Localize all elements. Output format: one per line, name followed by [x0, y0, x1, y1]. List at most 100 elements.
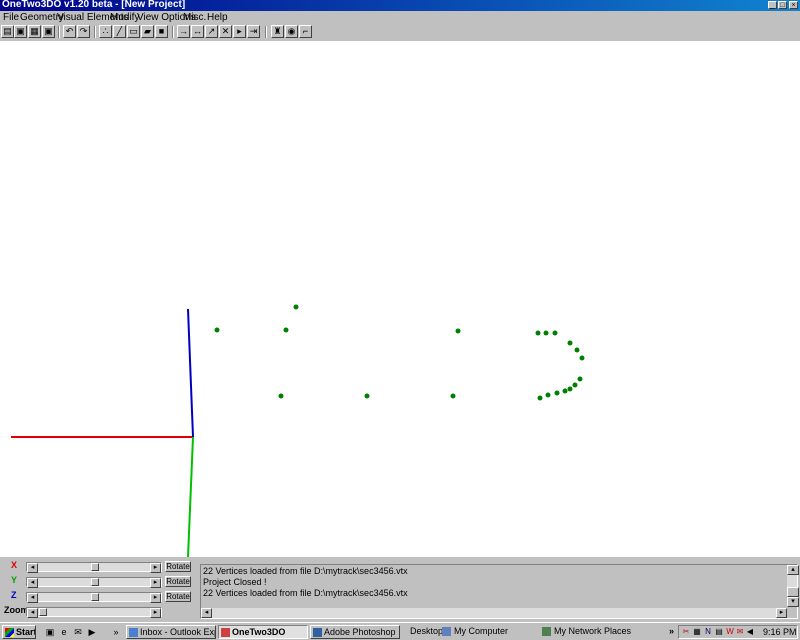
slider-right-icon[interactable]: ▸ [150, 578, 161, 588]
taskbar-button-photoshop[interactable]: Adobe Photoshop [310, 625, 400, 639]
my-network-places-link[interactable]: My Network Places [554, 626, 631, 636]
x-rotate-slider[interactable]: ◂ ▸ [26, 562, 162, 573]
pipeline-icon[interactable]: ⌐ [299, 25, 312, 38]
quick-launch-chevron-icon[interactable]: » [110, 626, 122, 638]
arrow-both-icon[interactable]: ↔ [191, 25, 204, 38]
zoom-slider[interactable]: ◂ ▸ [26, 607, 162, 618]
surface-icon[interactable]: ▰ [141, 25, 154, 38]
menu-help[interactable]: Help [207, 12, 228, 23]
slider-left-icon[interactable]: ◂ [27, 608, 38, 618]
tray-n-icon[interactable]: N [703, 627, 713, 637]
render-icon[interactable]: ♜ [271, 25, 284, 38]
menu-file[interactable]: File [3, 12, 19, 23]
message-log[interactable]: 22 Vertices loaded from file D:\mytrack\… [200, 564, 799, 619]
z-rotate-button[interactable]: Rotate [165, 591, 191, 602]
vertex-point[interactable] [577, 376, 583, 382]
view-icon[interactable]: ◉ [285, 25, 298, 38]
vertex-point[interactable] [283, 327, 289, 333]
vertex-point[interactable] [455, 328, 461, 334]
vertex-point[interactable] [214, 327, 220, 333]
scene-canvas[interactable] [0, 41, 800, 557]
tray-network-icon[interactable]: ▦ [692, 627, 702, 637]
z-rotate-slider[interactable]: ◂ ▸ [26, 592, 162, 603]
vertex-point[interactable] [364, 393, 370, 399]
slider-left-icon[interactable]: ◂ [27, 578, 38, 588]
outlook-express-icon[interactable]: ✉ [72, 626, 84, 638]
scroll-left-icon[interactable]: ◂ [201, 608, 212, 618]
vertex-point[interactable] [562, 388, 568, 394]
internet-explorer-icon[interactable]: e [58, 626, 70, 638]
menu-modify[interactable]: Modify [110, 12, 139, 23]
slider-left-icon[interactable]: ◂ [27, 563, 38, 573]
network-places-icon[interactable] [542, 627, 551, 636]
solid-icon[interactable]: ■ [155, 25, 168, 38]
vertex-point[interactable] [293, 304, 299, 310]
vertex-point[interactable] [574, 347, 580, 353]
minimize-icon[interactable]: _ [768, 1, 777, 9]
clock[interactable]: 9:16 PM [763, 627, 797, 637]
log-horizontal-scrollbar[interactable]: ◂ ▸ [201, 608, 787, 618]
vertex-point[interactable] [579, 355, 585, 361]
vertex-point[interactable] [552, 330, 558, 336]
tray-chevron-icon[interactable]: » [669, 626, 674, 636]
tray-w-icon[interactable]: W [725, 627, 735, 637]
my-computer-link[interactable]: My Computer [454, 626, 508, 636]
vertex-point[interactable] [537, 395, 543, 401]
step-right-icon[interactable]: ▸ [233, 25, 246, 38]
log-vertical-scrollbar[interactable]: ▴ ▾ [787, 565, 799, 607]
start-button[interactable]: Start [2, 625, 36, 639]
vertex-point[interactable] [572, 382, 578, 388]
show-desktop-icon[interactable]: ▣ [44, 626, 56, 638]
slider-right-icon[interactable]: ▸ [150, 608, 161, 618]
slider-thumb[interactable] [91, 563, 99, 571]
slider-thumb[interactable] [39, 608, 47, 616]
tray-disk-icon[interactable]: ▤ [714, 627, 724, 637]
slider-left-icon[interactable]: ◂ [27, 593, 38, 603]
taskbar-button-onetwo3do[interactable]: OneTwo3DO [218, 625, 308, 639]
taskbar-button-outlook[interactable]: Inbox - Outlook Express [126, 625, 216, 639]
tray-tool-icon[interactable]: ✂ [681, 627, 691, 637]
tray-mail-icon[interactable]: ✉ [735, 627, 745, 637]
undo-icon[interactable]: ↶ [63, 25, 76, 38]
crosshair-icon[interactable]: ✕ [219, 25, 232, 38]
slider-thumb[interactable] [91, 593, 99, 601]
vertex-point[interactable] [535, 330, 541, 336]
slider-right-icon[interactable]: ▸ [150, 593, 161, 603]
step-end-icon[interactable]: ⇥ [247, 25, 260, 38]
face-icon[interactable]: ▭ [127, 25, 140, 38]
vertex-point[interactable] [450, 393, 456, 399]
tray-volume-icon[interactable]: ◀ [745, 627, 755, 637]
open-icon[interactable]: ▤ [1, 25, 14, 38]
3d-viewport[interactable] [0, 41, 800, 557]
scroll-down-icon[interactable]: ▾ [787, 597, 799, 607]
vertex-icon[interactable]: ∴ [99, 25, 112, 38]
media-player-icon[interactable]: ▶ [86, 626, 98, 638]
scroll-right-icon[interactable]: ▸ [776, 608, 787, 618]
redo-icon[interactable]: ↷ [77, 25, 90, 38]
vertex-point[interactable] [278, 393, 284, 399]
my-computer-icon[interactable] [442, 627, 451, 636]
zoom-row: Zoom ◂ ▸ [0, 605, 198, 619]
vertex-point[interactable] [545, 392, 551, 398]
scroll-up-icon[interactable]: ▴ [787, 565, 799, 575]
vertex-point[interactable] [543, 330, 549, 336]
arrow-diagonal-icon[interactable]: ↗ [205, 25, 218, 38]
y-rotate-slider[interactable]: ◂ ▸ [26, 577, 162, 588]
scroll-thumb[interactable] [787, 587, 799, 597]
maximize-icon[interactable]: □ [778, 1, 787, 9]
save-icon[interactable]: ▣ [14, 25, 27, 38]
vertex-point[interactable] [567, 340, 573, 346]
x-rotate-button[interactable]: Rotate [165, 561, 191, 572]
arrow-right-icon[interactable]: → [177, 25, 190, 38]
menu-misc[interactable]: Misc. [183, 12, 206, 23]
close-icon[interactable]: × [789, 1, 798, 9]
save-as-icon[interactable]: ▦ [28, 25, 41, 38]
desktop-link[interactable]: Desktop [410, 626, 443, 636]
slider-thumb[interactable] [91, 578, 99, 586]
slider-right-icon[interactable]: ▸ [150, 563, 161, 573]
y-rotate-button[interactable]: Rotate [165, 576, 191, 587]
vertex-point[interactable] [567, 386, 573, 392]
save-all-icon[interactable]: ▣ [42, 25, 55, 38]
line-icon[interactable]: ╱ [113, 25, 126, 38]
vertex-point[interactable] [554, 390, 560, 396]
